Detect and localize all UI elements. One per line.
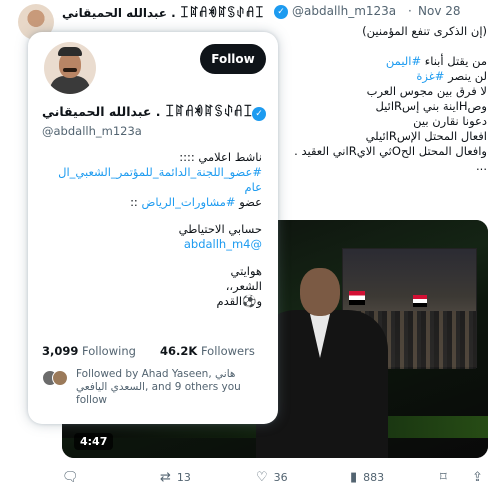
reply-icon: 🗨 [62,470,79,485]
profile-stats: 3,099 Following 46.2K Followers [42,344,268,362]
text-span: دعونا نقارن بين [413,114,487,128]
flag-icon [413,295,427,307]
text-span: ... [476,159,487,173]
retweet-icon: ⇄ [160,470,171,485]
tweet-text-line: (إن الذكرى تنفع المؤمنين) [267,24,487,39]
bio-line: ناشط اعلامي :::: [179,150,262,164]
retweet-button[interactable]: ⇄ 13 [160,470,191,485]
like-count: 36 [273,471,288,484]
views-icon: ▮ [350,470,358,485]
bio-mention-link[interactable]: @abdallh_m4 [42,237,262,252]
bookmark-button[interactable]: ⌑ [440,470,447,485]
share-icon: ⇪ [472,470,483,485]
video-duration: 4:47 [74,433,114,450]
share-button[interactable]: ⇪ [472,470,483,485]
avatar [52,370,68,386]
tweet-text-line: افعال المحتل الإسRائيلي [267,129,487,144]
tweet-text: (إن الذكرى تنفع المؤمنين) من يقتل أبناء … [267,24,487,174]
tweet-header: عبدالله الحميقاني . ꀤꍏꋬꏓꍏꌗꂑꋬꀤ ✓ @abdallh… [62,4,492,22]
bio-hashtag-link[interactable]: #مشاورات_الرياض [141,195,235,209]
profile-name-row: عبدالله الحميقاني . ꀤꍏꋬꏓꍏꌗꂑꋬꀤ ✓ [42,104,268,124]
followers-link[interactable]: 46.2K Followers [160,344,255,358]
separator: · [408,4,412,18]
following-link[interactable]: 3,099 Following [42,344,136,358]
text-span: وصHاينة بني إسRائيل [375,99,487,113]
followers-label: Followers [200,344,255,358]
profile-hovercard: Follow عبدالله الحميقاني . ꀤꍏꋬꏓꍏꌗꂑꋬꀤ ✓ @… [28,32,278,424]
followed-by-text: Followed by Ahad Yaseen, هاني السعدي الي… [76,368,241,406]
text-span: لن ينصر [444,69,487,83]
hashtag-link[interactable]: #غزة [416,69,444,83]
like-button[interactable]: ♡ 36 [256,470,288,485]
tweet-actions: 🗨 ⇄ 13 ♡ 36 ▮ 883 ⌑ ⇪ [62,468,494,492]
verified-badge-icon: ✓ [274,5,288,19]
tweet-text-line: ... [267,159,487,174]
hashtag-link[interactable]: #اليمن [386,54,421,68]
retweet-count: 13 [176,471,191,484]
profile-name[interactable]: عبدالله الحميقاني . ꀤꍏꋬꏓꍏꌗꂑꋬꀤ [42,104,253,120]
text-span: لا فرق بين مجوس العرب [366,84,487,98]
tweet-date[interactable]: Nov 28 [418,4,461,18]
bookmark-icon: ⌑ [440,470,447,485]
tweet-text-line: لن ينصر #غزة [267,69,487,84]
followers-count: 46.2K [160,344,198,358]
bio-line: الشعر،، [225,279,262,293]
follow-button[interactable]: Follow [200,44,266,74]
text-span: من يقتل أبناء [421,54,487,68]
profile-handle[interactable]: @abdallh_m123a [42,124,142,138]
tweet-text-line: وافعال المحتل الحOثي الايRاني العقيد . [267,144,487,159]
profile-avatar[interactable] [44,42,96,94]
views-button[interactable]: ▮ 883 [350,470,384,485]
tweet-text-line: دعونا نقارن بين [267,114,487,129]
bio-line: حسابي الاحتياطي [178,222,262,236]
bio-line: هوايتي [230,264,262,278]
tweet-text-line [267,39,487,54]
followed-by[interactable]: Followed by Ahad Yaseen, هاني السعدي الي… [42,368,268,412]
bio-line: و⚽القدم [216,294,262,308]
profile-bio: ناشط اعلامي :::: #عضو_اللجنة_الدائمة_للم… [42,150,262,309]
tweet-text-line: من يقتل أبناء #اليمن [267,54,487,69]
bio-hashtag-link-cont[interactable]: عام [42,180,263,195]
view-count: 883 [363,471,385,484]
reply-button[interactable]: 🗨 [62,470,85,485]
tweet-text-line: لا فرق بين مجوس العرب [267,84,487,99]
verified-badge-icon: ✓ [252,107,266,121]
bio-line: عضو #مشاورات_الرياض :: [130,195,262,209]
tweet-text-line: وصHاينة بني إسRائيل [267,99,487,114]
author-name[interactable]: عبدالله الحميقاني . ꀤꍏꋬꏓꍏꌗꂑꋬꀤ [62,4,264,20]
text-span: وافعال المحتل الحOثي الايRاني العقيد . [294,144,487,158]
heart-icon: ♡ [256,470,268,485]
author-handle[interactable]: @abdallh_m123a [292,4,396,18]
following-count: 3,099 [42,344,79,358]
text-span: افعال المحتل الإسRائيلي [365,129,487,143]
text-span: (إن الذكرى تنفع المؤمنين) [362,24,487,38]
bio-hashtag-link[interactable]: #عضو_اللجنة_الدائمة_للمؤتمر_الشعبي_ال [42,165,262,180]
following-label: Following [82,344,136,358]
